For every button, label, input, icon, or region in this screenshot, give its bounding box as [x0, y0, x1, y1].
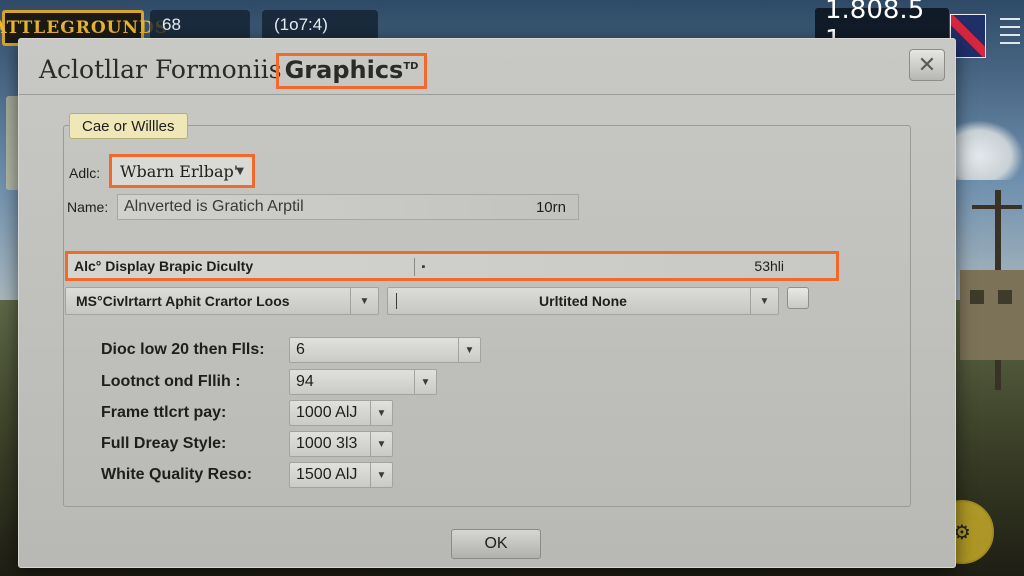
- dialog-title-mark: TD: [403, 61, 419, 72]
- spin-value: 1000 AlJ: [296, 404, 358, 421]
- dialog-titlebar: Aclotllar Formoniis GraphicsTD ✕: [19, 39, 955, 95]
- limit-combo[interactable]: Urltited None ▼: [387, 287, 779, 315]
- spin-input[interactable]: 6 ▼: [289, 337, 481, 363]
- limit-checkbox[interactable]: [787, 287, 809, 309]
- dialog-title: Aclotllar Formoniis GraphicsTD: [39, 53, 428, 89]
- chevron-down-icon[interactable]: ▼: [458, 338, 480, 362]
- mode-combo-value: MS°Civlrtarrt Aphit Crartor Loos: [76, 293, 290, 309]
- mode-combo[interactable]: MS°Civlrtarrt Aphit Crartor Loos ▼: [65, 287, 379, 315]
- chevron-down-icon[interactable]: ▼: [350, 288, 378, 314]
- group-label: Cae or Willles: [69, 113, 188, 139]
- close-icon: ✕: [917, 52, 937, 77]
- ok-button[interactable]: OK: [451, 529, 541, 559]
- spin-value: 1500 AlJ: [296, 466, 358, 483]
- hud-currency-counter: 1.808.5 1: [815, 0, 949, 55]
- dialog-title-prefix: Aclotllar Formoniis: [39, 55, 282, 84]
- spin-label: Dioc low 20 then Flls:: [101, 341, 265, 358]
- dialog-title-highlight-text: Graphics: [284, 56, 404, 84]
- spin-label: Lootnct ond Fllih :: [101, 373, 241, 390]
- spin-input[interactable]: 1000 AlJ ▼: [289, 400, 393, 426]
- display-quality-bar[interactable]: Alc° Display Brapic Diculty ▪ 53hli: [65, 251, 839, 281]
- house-window: [998, 290, 1012, 304]
- chevron-down-icon[interactable]: ▼: [370, 401, 392, 425]
- bar-split-icon[interactable]: ▪: [414, 258, 432, 276]
- spin-input[interactable]: 94 ▼: [289, 369, 437, 395]
- menu-grip-icon[interactable]: [1000, 12, 1020, 58]
- name-label: Name:: [67, 199, 109, 215]
- house-window: [970, 290, 984, 304]
- spin-label: White Quality Reso:: [101, 466, 253, 483]
- limit-combo-value: Urltited None: [539, 293, 627, 309]
- chevron-down-icon[interactable]: ▼: [370, 463, 392, 487]
- adlc-label: Adlc:: [69, 165, 101, 181]
- spin-label: Full Dreay Style:: [101, 435, 227, 452]
- spin-label: Frame ttlcrt pay:: [101, 404, 227, 421]
- spin-input[interactable]: 1500 AlJ ▼: [289, 462, 393, 488]
- text-caret: [396, 293, 397, 309]
- chevron-down-icon[interactable]: ▼: [750, 288, 778, 314]
- chevron-down-icon[interactable]: ▼: [370, 432, 392, 456]
- adlc-select-value: Wbarn Erlbap': [120, 161, 239, 181]
- graphics-settings-dialog: Aclotllar Formoniis GraphicsTD ✕ Cae or W…: [18, 38, 956, 568]
- display-quality-value: 53hli: [754, 258, 784, 274]
- utility-pole-arm: [972, 205, 1022, 209]
- chevron-down-icon[interactable]: ▼: [414, 370, 436, 394]
- hud-player-count: 68: [150, 10, 250, 40]
- spin-value: 6: [296, 341, 305, 358]
- display-quality-label: Alc° Display Brapic Diculty: [74, 258, 254, 274]
- spin-input[interactable]: 1000 3l3 ▼: [289, 431, 393, 457]
- close-button[interactable]: ✕: [909, 49, 945, 81]
- name-field-right-value: 10rn: [535, 198, 566, 216]
- adlc-select[interactable]: Wbarn Erlbap' ▼: [109, 154, 255, 188]
- name-field-value: Alnverted is Gratich Arptil: [124, 198, 304, 215]
- chevron-down-icon: ▼: [236, 165, 244, 177]
- spin-value: 1000 3l3: [296, 435, 358, 452]
- spin-value: 94: [296, 373, 314, 390]
- dialog-title-highlight: GraphicsTD: [275, 53, 428, 89]
- hud-timer: (1o7:4): [262, 10, 378, 40]
- house: [960, 270, 1024, 360]
- name-field[interactable]: Alnverted is Gratich Arptil 10rn: [117, 194, 579, 220]
